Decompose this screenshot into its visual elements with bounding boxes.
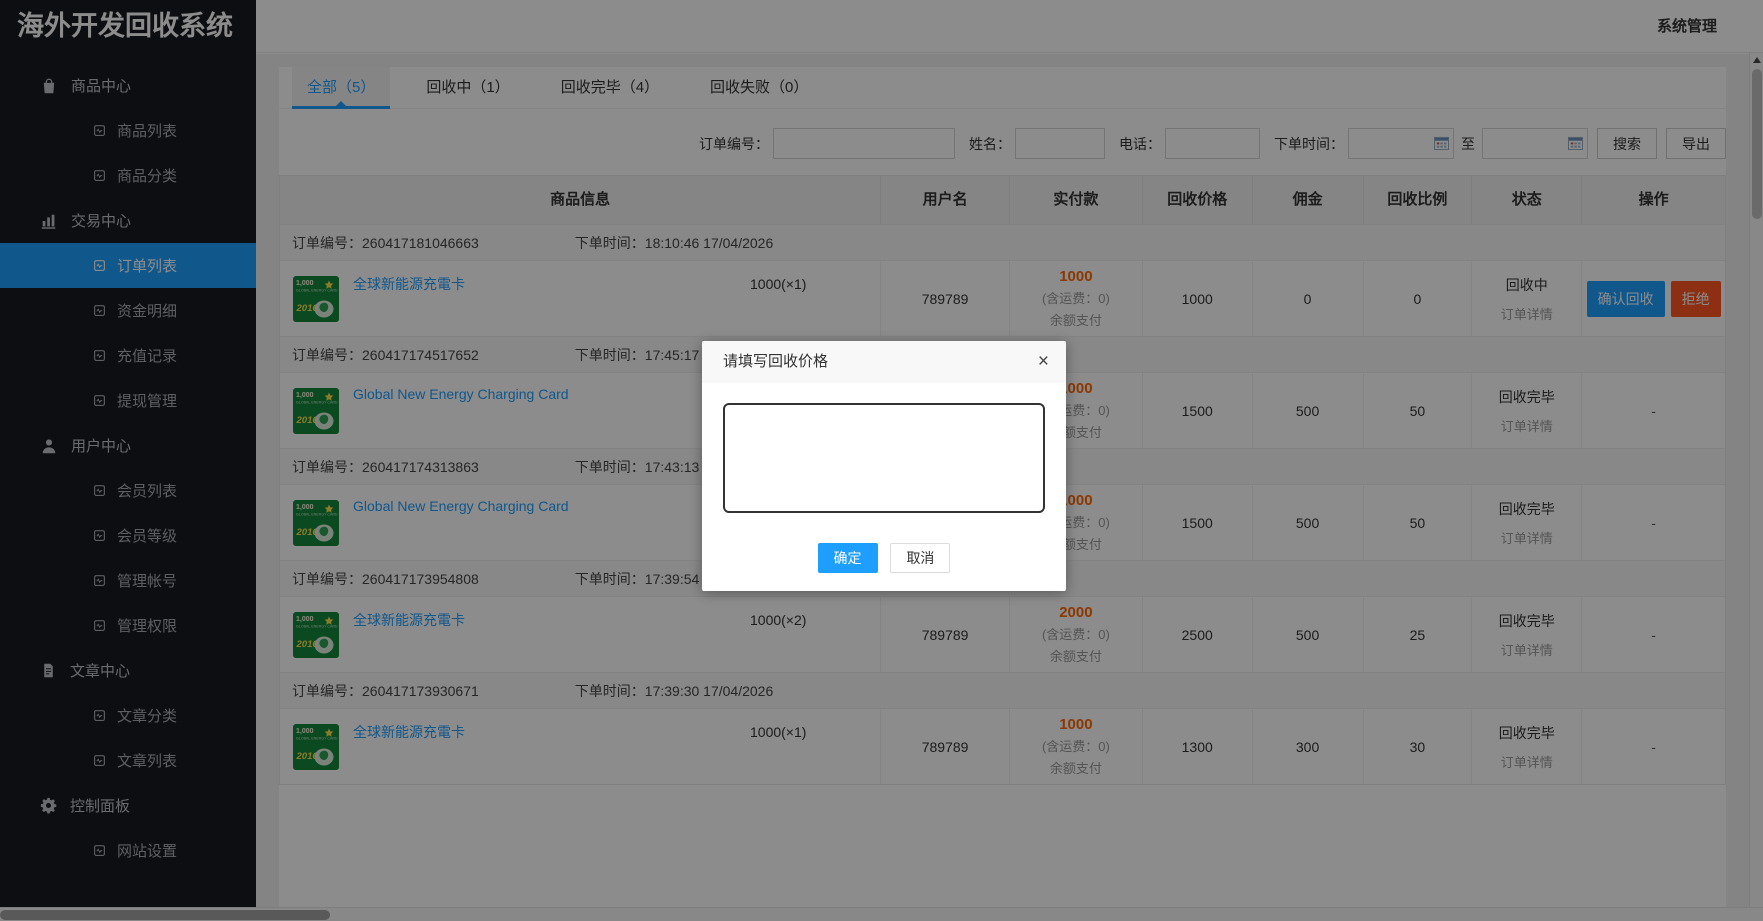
close-icon[interactable]: × xyxy=(1038,341,1049,383)
recycle-price-input[interactable] xyxy=(723,403,1045,513)
cancel-button[interactable]: 取消 xyxy=(890,543,950,573)
confirm-button[interactable]: 确定 xyxy=(818,543,878,573)
recycle-price-modal: 请填写回收价格 × 确定 取消 xyxy=(702,341,1066,591)
modal-body xyxy=(702,383,1066,516)
modal-header: 请填写回收价格 × xyxy=(702,341,1066,383)
modal-title: 请填写回收价格 xyxy=(723,353,828,370)
modal-footer: 确定 取消 xyxy=(702,516,1066,591)
